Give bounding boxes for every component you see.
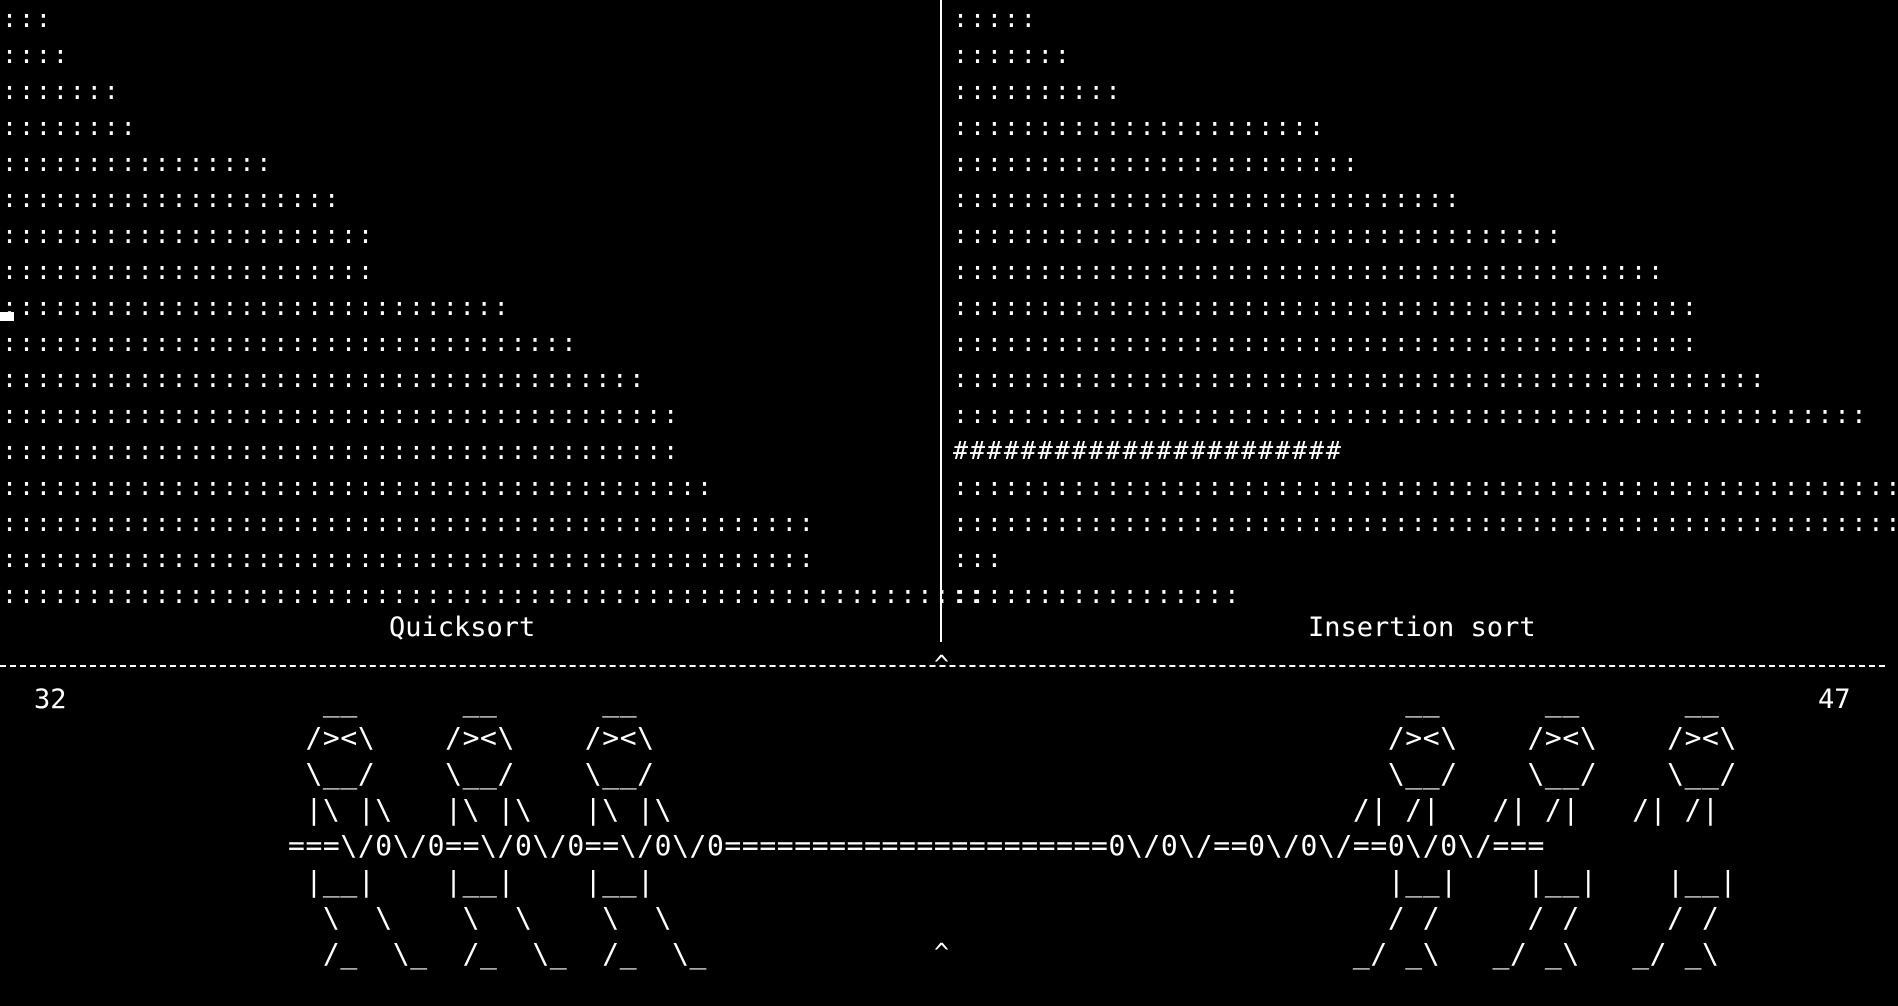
rope-line: ===\/0\/0==\/0\/0==\/0\/0===============… (288, 829, 1545, 862)
insertion-bar: :::::::::::::::::::::::: (953, 148, 1360, 177)
quicksort-bar: :::::::::::::::::::::: (2, 220, 375, 249)
quicksort-bar: :::::::::::::::::::::::::::::: (2, 292, 511, 321)
art-line: __ __ __ __ __ __ (288, 685, 1720, 718)
insertion-bar: ::::::::::::::::: (953, 580, 1242, 609)
insertion-bar: :::::::::::::::::::::::::::::: (953, 184, 1462, 213)
insertion-bar: ::: (953, 544, 1004, 573)
quicksort-score: 32 (34, 684, 67, 715)
quicksort-bar: :::::::::::::::: (2, 148, 274, 177)
insertion-bar: ::::::::::::::::::::::::::::::::::::::::… (953, 472, 1898, 501)
insertion-bar-active: ####################### (953, 436, 1343, 465)
art-line: \__/ \__/ \__/ \__/ \__/ \__/ (288, 757, 1737, 790)
terminal-window: ::: :::: ::::::: :::::::: ::::::::::::::… (0, 0, 1898, 1006)
insertion-bar: ::::::::::::::::::::::::::::::::::::::::… (953, 364, 1767, 393)
art-line: /><\ /><\ /><\ /><\ /><\ /><\ (288, 721, 1737, 754)
art-line: |__| |__| |__| |__| |__| |__| (288, 865, 1737, 898)
insertion-bar: ::::::: (953, 40, 1072, 69)
quicksort-bar: ::::::: (2, 76, 121, 105)
insertion-bar: ::::::::::::::::::::::::::::::::::::::::… (953, 400, 1869, 429)
quicksort-bar: :::::::::::::::::::: (2, 184, 342, 213)
quicksort-bar: :::: (2, 40, 70, 69)
insertion-bar: ::::::::::::::::::::::::::::::::::::::::… (953, 256, 1665, 285)
quicksort-bar: ::::::::::::::::::::::::::::::::::::::::… (2, 544, 816, 573)
quicksort-bar: :::::::::::::::::::::: (2, 256, 375, 285)
cursor-block (0, 312, 14, 321)
vertical-divider (940, 0, 942, 642)
insertion-bar: :::::::::: (953, 76, 1123, 105)
quicksort-bar: ::::::::::::::::::::::::::::::::::::::::… (2, 472, 714, 501)
insertion-sort-score: 47 (1818, 684, 1851, 715)
quicksort-bar: ::::::::::::::::::::::::::::::::::::::::… (2, 580, 986, 609)
insertion-sort-title: Insertion sort (1308, 612, 1536, 643)
insertion-bar: ::::: (953, 4, 1038, 33)
insertion-bar: :::::::::::::::::::::::::::::::::::: (953, 220, 1564, 249)
insertion-bar: ::::::::::::::::::::::::::::::::::::::::… (953, 328, 1699, 357)
quicksort-bar: :::::::::::::::::::::::::::::::::::::: (2, 364, 647, 393)
center-marker: ^ (934, 938, 950, 967)
quicksort-bar: :::::::: (2, 112, 138, 141)
quicksort-bar: :::::::::::::::::::::::::::::::::::::::: (2, 436, 681, 465)
quicksort-bar: ::: (2, 4, 53, 33)
insertion-bar: ::::::::::::::::::::::::::::::::::::::::… (953, 508, 1898, 537)
quicksort-bar: :::::::::::::::::::::::::::::::::: (2, 328, 579, 357)
art-line: /_ \_ /_ \_ /_ \_ _/ _\ _/ _\ _/ _\ (288, 937, 1720, 970)
insertion-bar: :::::::::::::::::::::: (953, 112, 1326, 141)
quicksort-bar: :::::::::::::::::::::::::::::::::::::::: (2, 400, 681, 429)
insertion-bar: ::::::::::::::::::::::::::::::::::::::::… (953, 292, 1699, 321)
art-line: \ \ \ \ \ \ / / / / / / (288, 901, 1720, 934)
quicksort-title: Quicksort (389, 612, 536, 643)
quicksort-bar: ::::::::::::::::::::::::::::::::::::::::… (2, 508, 816, 537)
divider-caret: ^ (934, 650, 950, 679)
art-line: |\ |\ |\ |\ |\ |\ /| /| /| /| /| /| (288, 793, 1720, 826)
